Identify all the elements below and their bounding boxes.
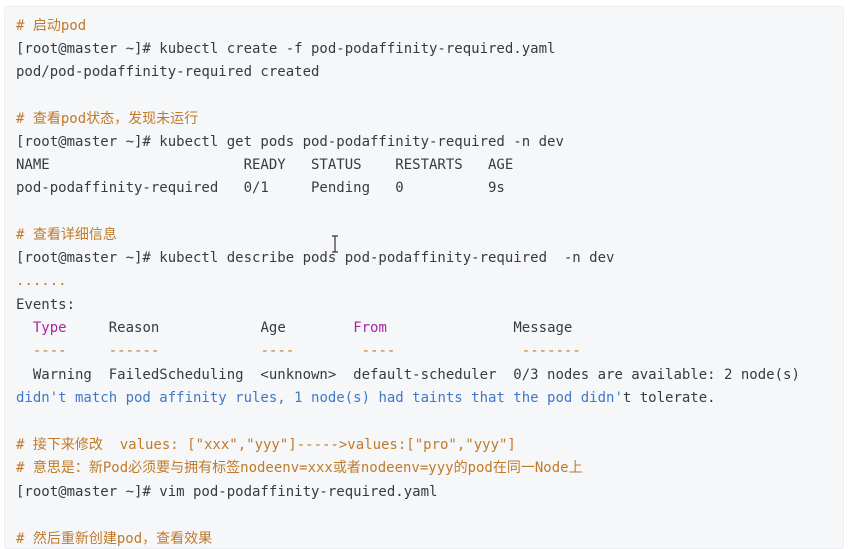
code-line-command-vim: [root@master ~]# vim pod-podaffinity-req…: [16, 484, 438, 500]
code-line-event-warning-cont: didn't match pod affinity rules, 1 node(…: [16, 388, 716, 408]
code-line-comment-start-pod: # 启动pod: [16, 18, 87, 34]
code-line-event-warning: Warning FailedScheduling <unknown> defau…: [16, 367, 800, 383]
code-line-events-dashes: ---- ------ ---- ---- -------: [16, 341, 581, 361]
dashes-reason: ------: [108, 343, 160, 359]
events-col-from: From: [353, 320, 387, 336]
text-cursor-icon: [332, 235, 338, 253]
code-line-command-describe: [root@master ~]# kubectl describe pods p…: [16, 250, 615, 266]
code-line-comment-recreate: # 然后重新创建pod，查看效果: [16, 531, 213, 547]
text-tolerate: t tolerate.: [622, 390, 716, 406]
code-line-command-create: [root@master ~]# kubectl create -f pod-p…: [16, 41, 556, 57]
events-col-type: Type: [32, 320, 67, 336]
code-line-output-created: pod/pod-podaffinity-required created: [16, 64, 320, 80]
code-block: # 启动pod [root@master ~]# kubectl create …: [4, 6, 844, 549]
events-col-message: Message: [513, 320, 573, 336]
code-line-command-get-pods: [root@master ~]# kubectl get pods pod-po…: [16, 134, 564, 150]
dashes-message: -------: [521, 343, 581, 359]
dashes-type: ----: [32, 343, 67, 359]
code-line-table-header: NAME READY STATUS RESTARTS AGE: [16, 157, 514, 173]
code-line-comment-check-status: # 查看pod状态，发现未运行: [16, 111, 199, 127]
text-match-rules: 't match pod affinity rules, 1 node(s) h…: [49, 390, 623, 406]
events-col-age: Age: [260, 320, 286, 336]
code-line-comment-modify: # 接下来修改 values: ["xxx","yyy"]----->value…: [16, 437, 516, 453]
events-col-reason: Reason: [108, 320, 160, 336]
code-line-table-row: pod-podaffinity-required 0/1 Pending 0 9…: [16, 180, 505, 196]
code-line-comment-details: # 查看详细信息: [16, 227, 117, 243]
text-didn: didn: [16, 390, 50, 406]
code-line-events-header: Type Reason Age From Message: [16, 318, 573, 338]
code-line-comment-meaning: # 意思是：新Pod必须要与拥有标签nodeenv=xxx或者nodeenv=y…: [16, 460, 583, 476]
code-line-events-label: Events:: [16, 297, 76, 313]
dashes-age: ----: [260, 343, 295, 359]
code-line-ellipsis: ......: [16, 273, 67, 289]
dashes-from: ----: [361, 343, 396, 359]
